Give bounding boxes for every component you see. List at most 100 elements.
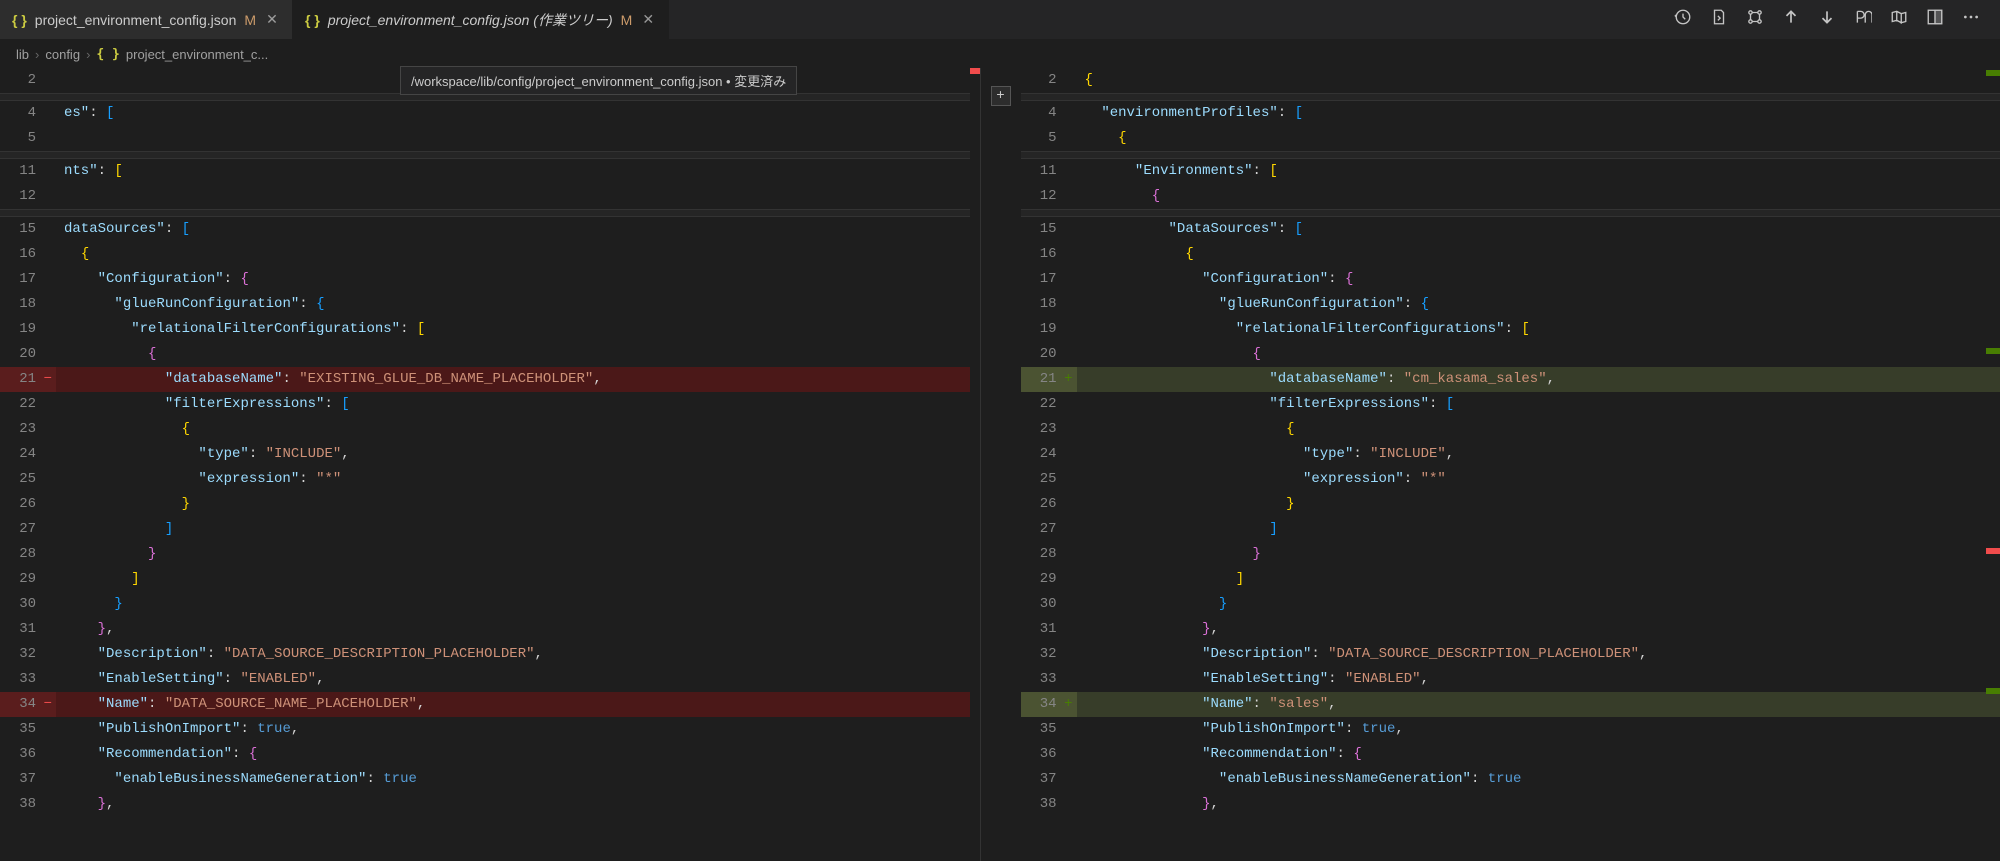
diff-settings-icon[interactable] [1746, 8, 1764, 31]
tab-original[interactable]: { } project_environment_config.json M ✕ [0, 0, 293, 39]
code-line[interactable]: 11 "Environments": [ [1021, 159, 2000, 184]
code-line[interactable]: 28 } [1021, 542, 2000, 567]
code-line[interactable]: 29 ] [0, 567, 980, 592]
revert-change-button[interactable]: + [991, 86, 1011, 106]
modified-indicator: M [244, 12, 256, 28]
code-line[interactable]: 12 { [1021, 184, 2000, 209]
line-number: 12 [0, 184, 56, 209]
code-line[interactable]: 4es": [ [0, 101, 980, 126]
code-line[interactable]: 2{ [1021, 68, 2000, 93]
code-line[interactable]: 24 "type": "INCLUDE", [1021, 442, 2000, 467]
original-pane[interactable]: 24es": [511nts": [1215dataSources": [16 … [0, 68, 981, 861]
whitespace-icon[interactable] [1854, 8, 1872, 31]
modified-pane[interactable]: 2{ 4 "environmentProfiles": [5 { 11 "Envir… [1021, 68, 2000, 861]
code-line[interactable]: 26 } [1021, 492, 2000, 517]
split-right-icon[interactable] [1926, 8, 1944, 31]
line-number: 19 [0, 317, 56, 342]
code-line[interactable]: 25 "expression": "*" [1021, 467, 2000, 492]
code-line[interactable]: 29 ] [1021, 567, 2000, 592]
code-line[interactable]: 38 }, [1021, 792, 2000, 817]
code-line[interactable]: 4 "environmentProfiles": [ [1021, 101, 2000, 126]
line-content: "Recommendation": { [56, 742, 980, 767]
line-number: 36 [0, 742, 56, 767]
line-number: 26 [1021, 492, 1077, 517]
code-line[interactable]: 15 "DataSources": [ [1021, 217, 2000, 242]
code-line[interactable]: 22 "filterExpressions": [ [1021, 392, 2000, 417]
code-line[interactable]: 23 { [1021, 417, 2000, 442]
overview-ruler[interactable] [970, 68, 980, 861]
folded-region[interactable] [0, 209, 980, 217]
code-line[interactable]: 23 { [0, 417, 980, 442]
code-line[interactable]: 25 "expression": "*" [0, 467, 980, 492]
code-line[interactable]: 20 { [1021, 342, 2000, 367]
folded-region[interactable] [1021, 93, 2000, 101]
code-line[interactable]: 21+ "databaseName": "cm_kasama_sales", [1021, 367, 2000, 392]
line-number: 31 [1021, 617, 1077, 642]
code-line[interactable]: 18 "glueRunConfiguration": { [1021, 292, 2000, 317]
folded-region[interactable] [1021, 209, 2000, 217]
code-line[interactable]: 34− "Name": "DATA_SOURCE_NAME_PLACEHOLDE… [0, 692, 980, 717]
code-line[interactable]: 37 "enableBusinessNameGeneration": true [0, 767, 980, 792]
code-line[interactable]: 38 }, [0, 792, 980, 817]
code-line[interactable]: 33 "EnableSetting": "ENABLED", [0, 667, 980, 692]
code-line[interactable]: 33 "EnableSetting": "ENABLED", [1021, 667, 2000, 692]
code-line[interactable]: 37 "enableBusinessNameGeneration": true [1021, 767, 2000, 792]
code-line[interactable]: 5 { [1021, 126, 2000, 151]
code-line[interactable]: 24 "type": "INCLUDE", [0, 442, 980, 467]
line-number: 4 [0, 101, 56, 126]
line-number: 26 [0, 492, 56, 517]
code-line[interactable]: 30 } [0, 592, 980, 617]
code-line[interactable]: 12 [0, 184, 980, 209]
code-line[interactable]: 18 "glueRunConfiguration": { [0, 292, 980, 317]
code-line[interactable]: 21− "databaseName": "EXISTING_GLUE_DB_NA… [0, 367, 980, 392]
code-line[interactable]: 36 "Recommendation": { [1021, 742, 2000, 767]
code-line[interactable]: 28 } [0, 542, 980, 567]
code-line[interactable]: 17 "Configuration": { [1021, 267, 2000, 292]
code-line[interactable]: 27 ] [1021, 517, 2000, 542]
close-icon[interactable]: ✕ [640, 11, 656, 28]
line-content: { [1077, 126, 2000, 151]
code-line[interactable]: 32 "Description": "DATA_SOURCE_DESCRIPTI… [0, 642, 980, 667]
code-line[interactable]: 15dataSources": [ [0, 217, 980, 242]
breadcrumb-part[interactable]: config [45, 47, 80, 62]
code-line[interactable]: 31 }, [0, 617, 980, 642]
map-icon[interactable] [1890, 8, 1908, 31]
code-line[interactable]: 20 { [0, 342, 980, 367]
code-line[interactable]: 30 } [1021, 592, 2000, 617]
goto-file-icon[interactable] [1710, 8, 1728, 31]
code-line[interactable]: 35 "PublishOnImport": true, [0, 717, 980, 742]
line-content: } [1077, 592, 2000, 617]
breadcrumb-part[interactable]: project_environment_c... [126, 47, 268, 62]
code-line[interactable]: 5 [0, 126, 980, 151]
code-line[interactable]: 32 "Description": "DATA_SOURCE_DESCRIPTI… [1021, 642, 2000, 667]
more-icon[interactable] [1962, 8, 1980, 31]
line-number: 16 [0, 242, 56, 267]
line-number: 30 [1021, 592, 1077, 617]
folded-region[interactable] [0, 151, 980, 159]
next-change-icon[interactable] [1818, 8, 1836, 31]
breadcrumbs[interactable]: lib › config › { } project_environment_c… [0, 40, 2000, 68]
line-number: 23 [0, 417, 56, 442]
line-content: { [1077, 184, 2000, 209]
close-icon[interactable]: ✕ [264, 11, 280, 28]
code-line[interactable]: 19 "relationalFilterConfigurations": [ [0, 317, 980, 342]
line-content: "type": "INCLUDE", [56, 442, 980, 467]
folded-region[interactable] [1021, 151, 2000, 159]
history-icon[interactable] [1674, 8, 1692, 31]
breadcrumb-part[interactable]: lib [16, 47, 29, 62]
tab-working-tree[interactable]: { } project_environment_config.json (作業ツ… [293, 0, 669, 39]
code-line[interactable]: 22 "filterExpressions": [ [0, 392, 980, 417]
code-line[interactable]: 27 ] [0, 517, 980, 542]
code-line[interactable]: 26 } [0, 492, 980, 517]
code-line[interactable]: 16 { [1021, 242, 2000, 267]
code-line[interactable]: 16 { [0, 242, 980, 267]
code-line[interactable]: 11nts": [ [0, 159, 980, 184]
code-line[interactable]: 34+ "Name": "sales", [1021, 692, 2000, 717]
code-line[interactable]: 35 "PublishOnImport": true, [1021, 717, 2000, 742]
prev-change-icon[interactable] [1782, 8, 1800, 31]
code-line[interactable]: 31 }, [1021, 617, 2000, 642]
overview-ruler[interactable] [1982, 68, 2000, 861]
code-line[interactable]: 19 "relationalFilterConfigurations": [ [1021, 317, 2000, 342]
code-line[interactable]: 17 "Configuration": { [0, 267, 980, 292]
code-line[interactable]: 36 "Recommendation": { [0, 742, 980, 767]
